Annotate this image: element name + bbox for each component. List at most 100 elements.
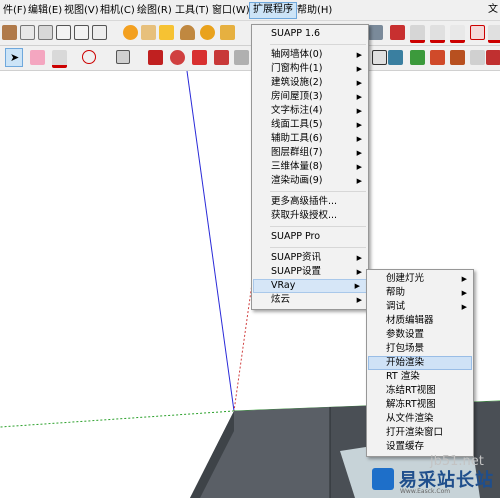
vray-item-rt-render[interactable]: RT 渲染 [367, 370, 473, 384]
sphere-icon[interactable] [123, 25, 138, 40]
menu-separator [270, 44, 366, 45]
menu-item-suapp-settings[interactable]: SUAPP设置 ▶ [252, 265, 368, 279]
menu-draw[interactable]: 绘图(R) [134, 3, 175, 18]
eraser-icon[interactable] [30, 50, 45, 65]
cut-icon[interactable] [390, 25, 405, 40]
vray-item-open-render-window[interactable]: 打开渲染窗口 [367, 426, 473, 440]
submenu-arrow-icon: ▶ [356, 149, 362, 157]
menu-item-door-window[interactable]: 门窗构件(1) ▶ [252, 62, 368, 76]
line-tool-icon[interactable] [450, 25, 465, 43]
toolbar-main [0, 21, 500, 46]
rotate-icon[interactable] [192, 50, 207, 65]
vray-submenu: 创建灯光 ▶ 帮助 ▶ 调试 ▶ 材质编辑器 参数设置 打包场景 开始渲染 RT 渲染… [366, 269, 474, 457]
menu-item-suapp-news[interactable]: SUAPP资讯 ▶ [252, 251, 368, 265]
follow-me-icon[interactable] [214, 50, 229, 65]
vray-item-render-from-file[interactable]: 从文件渲染 [367, 412, 473, 426]
orbit-icon[interactable] [388, 50, 403, 65]
menu-separator [270, 191, 366, 192]
submenu-arrow-icon: ▶ [356, 51, 362, 59]
menu-item-layer-group[interactable]: 图层群组(7) ▶ [252, 146, 368, 160]
curve-icon[interactable] [410, 25, 425, 43]
edge-tool-icon[interactable] [488, 25, 500, 43]
vray-item-freeze-rt[interactable]: 冻结RT视图 [367, 384, 473, 398]
menu-item-text-annotation[interactable]: 文字标注(4) ▶ [252, 104, 368, 118]
menu-item-3d-volume[interactable]: 三维体量(8) ▶ [252, 160, 368, 174]
menu-item-axis-wall[interactable]: 轴网墙体(0) ▶ [252, 48, 368, 62]
watermark-subtext: Www.Easck.Com [400, 488, 451, 495]
menu-item-suapp-version[interactable]: SUAPP 1.6 [252, 27, 368, 41]
submenu-arrow-icon: ▶ [461, 289, 467, 297]
print-icon[interactable] [38, 25, 53, 40]
menu-edit[interactable]: 编辑(E) [25, 3, 65, 18]
menu-item-building-facility[interactable]: 建筑设施(2) ▶ [252, 76, 368, 90]
share-icon[interactable] [450, 50, 465, 65]
submenu-arrow-icon: ▶ [356, 296, 362, 304]
menu-item-more-plugins[interactable]: 更多高级插件... [252, 195, 368, 209]
warehouse-icon[interactable] [410, 50, 425, 65]
menu-item-aux-tools[interactable]: 辅助工具(6) ▶ [252, 132, 368, 146]
watermark-logo-icon [372, 468, 394, 490]
vray-item-unfreeze-rt[interactable]: 解冻RT视图 [367, 398, 473, 412]
menu-tools[interactable]: 工具(T) [172, 3, 212, 18]
submenu-arrow-icon: ▶ [356, 121, 362, 129]
menu-window[interactable]: 窗口(W) [209, 3, 253, 18]
vray-item-pack-scene[interactable]: 打包场景 [367, 342, 473, 356]
submenu-arrow-icon: ▶ [356, 268, 362, 276]
submenu-arrow-icon: ▶ [356, 254, 362, 262]
material-icon[interactable] [141, 25, 156, 40]
extension-icon[interactable] [430, 50, 445, 65]
vray-item-help[interactable]: 帮助 ▶ [367, 286, 473, 300]
submenu-arrow-icon: ▶ [461, 275, 467, 283]
submenu-arrow-icon: ▶ [356, 93, 362, 101]
submenu-arrow-icon: ▶ [356, 107, 362, 115]
blue-axis [186, 71, 235, 412]
menu-view[interactable]: 视图(V) [61, 3, 102, 18]
submenu-arrow-icon: ▶ [356, 177, 362, 185]
pin-icon[interactable] [368, 25, 383, 40]
render-ball-icon[interactable] [200, 25, 215, 40]
menu-item-room-roof[interactable]: 房间屋顶(3) ▶ [252, 90, 368, 104]
submenu-arrow-icon: ▶ [354, 282, 360, 290]
ruby-icon[interactable] [486, 50, 500, 65]
box-icon[interactable] [74, 25, 89, 40]
environment-icon[interactable] [220, 25, 235, 40]
submenu-arrow-icon: ▶ [356, 65, 362, 73]
home-icon[interactable] [56, 25, 71, 40]
pencil-icon[interactable] [52, 50, 67, 68]
menu-separator [270, 226, 366, 227]
vray-item-start-render[interactable]: 开始渲染 [368, 356, 472, 370]
menu-item-vray[interactable]: VRay ▶ [253, 279, 367, 293]
menu-item-render-animation[interactable]: 渲染动画(9) ▶ [252, 174, 368, 188]
hat-icon[interactable] [180, 25, 195, 40]
extensions-menu: SUAPP 1.6 轴网墙体(0) ▶ 门窗构件(1) ▶ 建筑设施(2) ▶ 房间屋… [251, 24, 369, 310]
menu-item-xuanyun[interactable]: 炫云 ▶ [252, 293, 368, 307]
vray-item-options[interactable]: 参数设置 [367, 328, 473, 342]
upload-icon[interactable] [92, 25, 107, 40]
new-file-icon[interactable] [20, 25, 35, 40]
light-icon[interactable] [159, 25, 174, 40]
rectangle-icon[interactable] [116, 50, 130, 64]
vray-item-create-light[interactable]: 创建灯光 ▶ [367, 272, 473, 286]
submenu-arrow-icon: ▶ [356, 79, 362, 87]
scale-icon[interactable] [234, 50, 249, 65]
menu-extensions[interactable]: 扩展程序 [249, 2, 297, 19]
menu-help[interactable]: 帮助(H) [294, 3, 335, 18]
layout-icon[interactable] [470, 50, 485, 65]
arc-draw-icon[interactable] [82, 50, 96, 64]
arc-icon[interactable] [430, 25, 445, 43]
component-icon[interactable] [2, 25, 17, 40]
zoom-extents-icon[interactable] [372, 50, 387, 65]
menu-item-upgrade-license[interactable]: 获取升级授权... [252, 209, 368, 223]
menu-camera[interactable]: 相机(C) [97, 3, 138, 18]
shape-tool-icon[interactable] [470, 25, 485, 40]
corner-text: 文 [488, 4, 498, 15]
push-pull-icon[interactable] [148, 50, 163, 65]
vray-item-cache-settings[interactable]: 设置缓存 [367, 440, 473, 454]
vray-item-debug[interactable]: 调试 ▶ [367, 300, 473, 314]
cursor-icon: ➤ [10, 51, 20, 64]
menu-item-line-face-tools[interactable]: 线面工具(5) ▶ [252, 118, 368, 132]
move-icon[interactable] [170, 50, 185, 65]
menu-item-suapp-pro[interactable]: SUAPP Pro [252, 230, 368, 244]
vray-item-material-editor[interactable]: 材质编辑器 [367, 314, 473, 328]
submenu-arrow-icon: ▶ [356, 163, 362, 171]
